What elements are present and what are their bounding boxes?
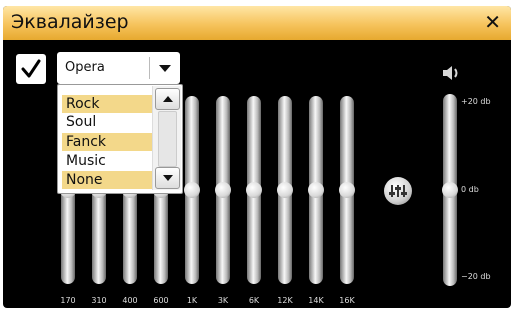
preset-option-music[interactable]: Music — [62, 152, 152, 170]
band-frequency-label: 16K — [339, 296, 355, 305]
band-slider[interactable] — [277, 96, 293, 284]
volume-min-label: −20 db — [461, 272, 491, 281]
preset-option-fanck[interactable]: Fanck — [62, 133, 152, 151]
band-slider-knob[interactable] — [339, 182, 355, 198]
title-bar: Эквалайзер ✕ — [3, 6, 511, 40]
scroll-thumb[interactable] — [158, 111, 177, 167]
equalizer-reset-button[interactable] — [384, 177, 412, 205]
band-slider-knob[interactable] — [246, 182, 262, 198]
volume-slider-knob[interactable] — [442, 182, 458, 198]
speaker-icon — [443, 66, 458, 80]
band-slider-knob[interactable] — [184, 182, 200, 198]
preset-option-none[interactable]: None — [62, 171, 152, 189]
close-icon: ✕ — [484, 10, 501, 34]
close-button[interactable]: ✕ — [484, 10, 501, 34]
band-frequency-label: 3K — [217, 296, 229, 305]
volume-slider[interactable] — [442, 94, 458, 286]
band-slider[interactable] — [339, 96, 355, 284]
preset-option-rock[interactable]: Rock — [62, 95, 152, 113]
band-frequency-label: 400 — [122, 296, 138, 305]
band-slider[interactable] — [184, 96, 200, 284]
band-frequency-label: 600 — [153, 296, 169, 305]
band-slider-knob[interactable] — [308, 182, 324, 198]
band-frequency-label: 12K — [277, 296, 293, 305]
scroll-up-button[interactable] — [155, 88, 180, 110]
band-slider[interactable] — [308, 96, 324, 284]
band-slider-knob[interactable] — [215, 182, 231, 198]
chevron-down-icon — [159, 65, 171, 72]
preset-option-soul[interactable]: Soul — [62, 113, 152, 131]
band-slider[interactable] — [215, 96, 231, 284]
preset-dropdown-list: Rock Soul Fanck Music None — [57, 84, 183, 194]
band-slider[interactable] — [246, 96, 262, 284]
window-title: Эквалайзер — [11, 11, 129, 33]
band-frequency-label: 310 — [91, 296, 107, 305]
band-frequency-label: 6K — [248, 296, 260, 305]
volume-mid-label: 0 db — [461, 185, 479, 194]
band-frequency-label: 170 — [60, 296, 76, 305]
band-frequency-label: 14K — [308, 296, 324, 305]
band-slider-knob[interactable] — [277, 182, 293, 198]
scroll-down-button[interactable] — [155, 167, 180, 189]
equalizer-reset-icon — [389, 185, 407, 197]
scroll-down-icon — [162, 175, 173, 181]
scroll-up-icon — [162, 96, 173, 102]
equalizer-window: Эквалайзер ✕ Opera Rock Soul Fanck Music — [3, 6, 511, 308]
preset-select[interactable]: Opera — [57, 52, 180, 84]
dropdown-scrollbar[interactable] — [152, 86, 181, 190]
volume-max-label: +20 db — [461, 97, 491, 106]
preset-dropdown-button[interactable] — [150, 52, 180, 84]
band-frequency-label: 1K — [186, 296, 198, 305]
preset-enable-checkbox[interactable] — [16, 54, 46, 84]
preset-selected-value: Opera — [65, 60, 105, 75]
check-icon — [21, 59, 41, 78]
screen: Эквалайзер ✕ Opera Rock Soul Fanck Music — [0, 0, 515, 311]
